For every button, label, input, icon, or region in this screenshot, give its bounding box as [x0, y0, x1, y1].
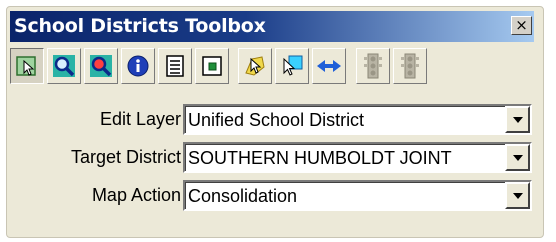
attribute-table-icon	[166, 55, 184, 77]
close-button[interactable]: ×	[511, 16, 532, 35]
edit-layer-row: Edit Layer Unified School District	[10, 104, 538, 136]
edit-layer-select[interactable]: Unified School District	[183, 104, 532, 135]
title-bar[interactable]: School Districts Toolbox ×	[10, 11, 534, 42]
select-by-attribute-icon	[245, 56, 265, 76]
select-by-location-icon	[283, 55, 303, 76]
merge-button[interactable]	[312, 48, 346, 84]
select-by-attribute-button[interactable]	[238, 48, 272, 84]
identify-button[interactable]	[121, 48, 155, 84]
map-action-value: Consolidation	[188, 186, 298, 206]
map-action-label: Map Action	[91, 185, 181, 205]
traffic-light-disabled-button[interactable]	[393, 48, 427, 84]
map-action-select[interactable]: Consolidation	[183, 180, 532, 211]
target-district-dropdown-button[interactable]	[505, 144, 530, 171]
select-feature-icon	[16, 56, 36, 76]
attribute-table-button[interactable]	[158, 48, 192, 84]
chevron-down-icon	[512, 192, 523, 199]
target-district-value: SOUTHERN HUMBOLDT JOINT	[188, 148, 452, 168]
target-district-row: Target District SOUTHERN HUMBOLDT JOINT	[10, 142, 538, 174]
select-feature-button[interactable]	[10, 48, 44, 84]
edit-layer-label: Edit Layer	[99, 109, 181, 129]
toolbar	[10, 48, 540, 85]
zoom-out-button[interactable]	[84, 48, 118, 84]
chevron-down-icon	[512, 154, 523, 161]
traffic-light-button[interactable]	[356, 48, 390, 84]
chevron-down-icon	[512, 116, 523, 123]
layer-properties-button[interactable]	[195, 48, 229, 84]
zoom-out-icon	[90, 55, 112, 77]
edit-layer-value: Unified School District	[188, 110, 365, 130]
merge-icon	[317, 60, 341, 72]
zoom-in-icon	[53, 55, 75, 77]
target-district-select[interactable]: SOUTHERN HUMBOLDT JOINT	[183, 142, 532, 173]
target-district-label: Target District	[70, 147, 181, 167]
edit-layer-dropdown-button[interactable]	[505, 106, 530, 133]
identify-icon	[127, 55, 149, 77]
map-action-dropdown-button[interactable]	[505, 182, 530, 209]
zoom-in-button[interactable]	[47, 48, 81, 84]
layer-properties-icon	[202, 56, 222, 76]
map-action-row: Map Action Consolidation	[10, 180, 538, 212]
window-title: School Districts Toolbox	[14, 15, 266, 37]
select-by-location-button[interactable]	[275, 48, 309, 84]
traffic-light-disabled-icon	[401, 53, 419, 79]
traffic-light-icon	[364, 53, 382, 79]
